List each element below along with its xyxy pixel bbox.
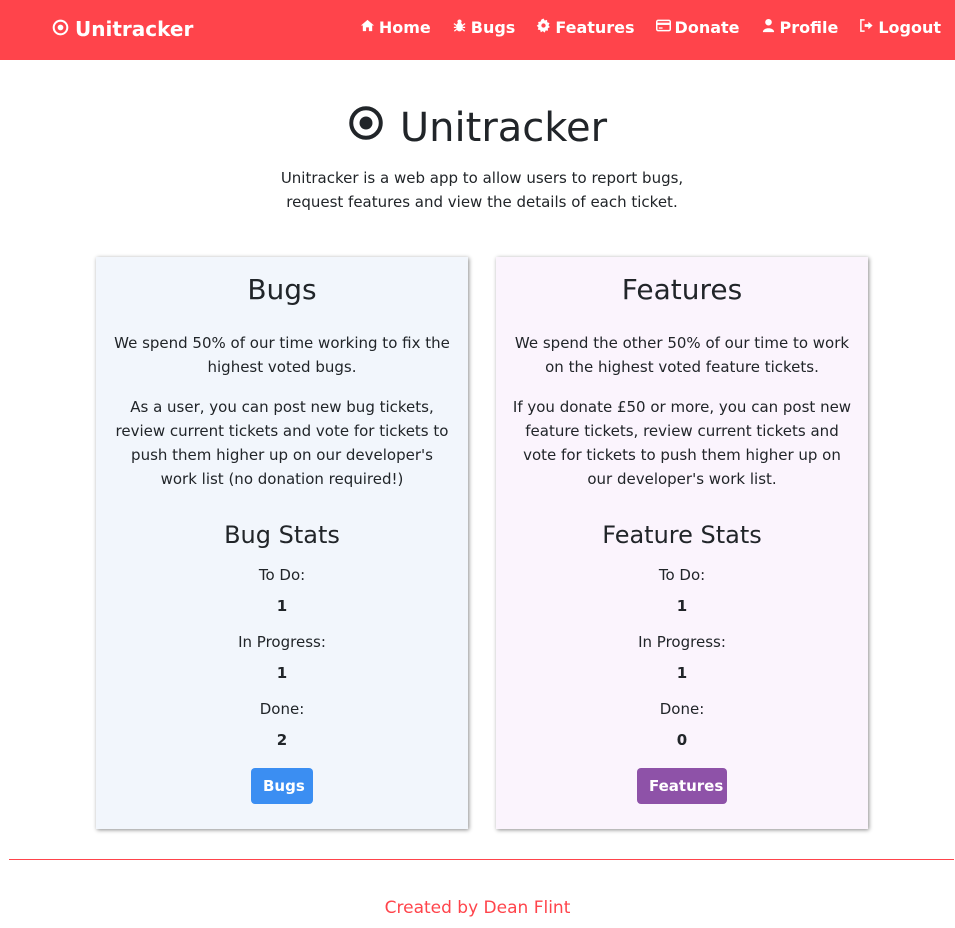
nav-logout-label: Logout (878, 18, 941, 37)
page-description: Unitracker is a web app to allow users t… (280, 169, 684, 211)
brand-link[interactable]: Unitracker (52, 16, 193, 42)
nav-features[interactable]: Features (536, 18, 635, 37)
home-icon (360, 18, 375, 37)
bug-todo-value: 1 (276, 597, 288, 615)
feature-inprogress-value: 1 (676, 664, 688, 682)
target-icon (52, 17, 69, 41)
footer-credit: Created by Dean Flint (384, 898, 571, 918)
bugs-card: Bugs We spend 50% of our time working to… (96, 257, 468, 829)
feature-inprogress-label: In Progress: (638, 633, 726, 651)
features-card-paragraph-1: We spend the other 50% of our time to wo… (514, 334, 850, 376)
logout-icon (859, 18, 874, 37)
nav-profile-label: Profile (779, 18, 839, 37)
page-title-label: Unitracker (399, 105, 608, 151)
nav-links: Home Bugs Features Donate Profile Logout (360, 18, 941, 37)
nav-features-label: Features (555, 18, 635, 37)
feature-stats-title: Feature Stats (602, 521, 762, 549)
bug-todo-label: To Do: (258, 566, 306, 584)
features-card: Features We spend the other 50% of our t… (496, 257, 868, 829)
bug-stats-title: Bug Stats (224, 521, 340, 549)
features-card-paragraph-2: If you donate £50 or more, you can post … (512, 398, 852, 488)
bug-inprogress-value: 1 (276, 664, 288, 682)
nav-profile[interactable]: Profile (761, 18, 839, 37)
bugs-card-title: Bugs (247, 273, 317, 306)
page-title: Unitracker (0, 102, 955, 154)
nav-bugs[interactable]: Bugs (452, 18, 516, 37)
nav-home[interactable]: Home (360, 18, 431, 37)
target-icon (348, 105, 384, 151)
feature-todo-value: 1 (676, 597, 688, 615)
bug-icon (452, 18, 467, 37)
nav-bugs-label: Bugs (470, 18, 516, 37)
features-card-title: Features (621, 273, 743, 306)
feature-done-value: 0 (676, 731, 688, 749)
bugs-card-paragraph-2: As a user, you can post new bug tickets,… (115, 398, 449, 488)
footer-divider (9, 859, 954, 860)
top-navbar: Unitracker Home Bugs Features Donate Pro… (0, 0, 955, 60)
features-button[interactable]: Features (637, 768, 727, 804)
bug-done-label: Done: (259, 700, 305, 718)
nav-logout[interactable]: Logout (859, 18, 941, 37)
cog-icon (536, 18, 551, 37)
brand-label: Unitracker (75, 17, 194, 41)
bugs-button[interactable]: Bugs (251, 768, 313, 804)
bug-done-value: 2 (276, 731, 288, 749)
nav-donate-label: Donate (674, 18, 740, 37)
feature-todo-label: To Do: (658, 566, 706, 584)
bugs-card-paragraph-1: We spend 50% of our time working to fix … (114, 334, 450, 376)
feature-done-label: Done: (659, 700, 705, 718)
user-icon (761, 18, 776, 37)
nav-donate[interactable]: Donate (655, 18, 740, 37)
nav-home-label: Home (378, 18, 431, 37)
credit-card-icon (655, 18, 671, 37)
bug-inprogress-label: In Progress: (238, 633, 326, 651)
